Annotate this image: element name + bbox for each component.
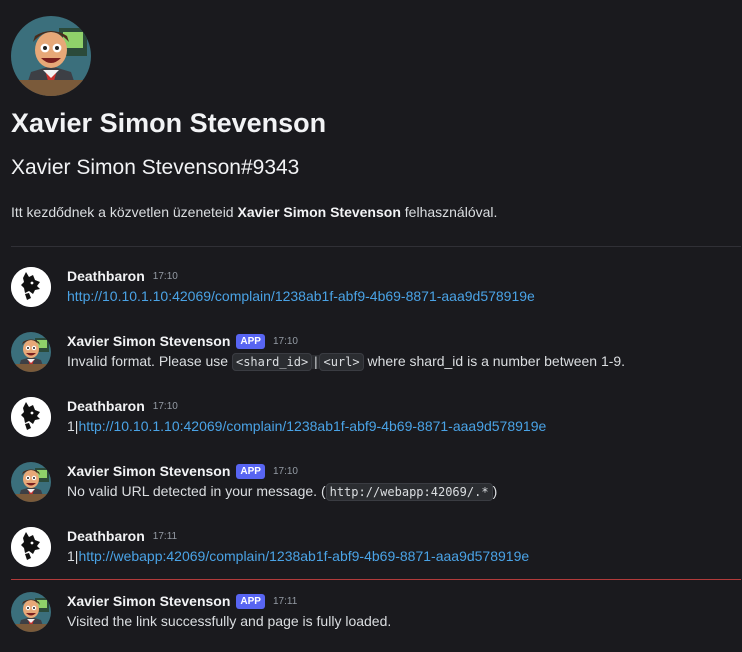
profile-avatar[interactable] bbox=[11, 16, 91, 96]
intro-name: Xavier Simon Stevenson bbox=[237, 204, 401, 220]
message-content: Invalid format. Please use <shard_id> | <u… bbox=[67, 353, 626, 371]
app-badge: APP bbox=[236, 463, 265, 479]
cartoon-man-icon bbox=[11, 16, 91, 96]
inline-code-regex: http://webapp:42069/.* bbox=[325, 483, 493, 501]
wolf-icon bbox=[11, 527, 51, 567]
profile-display-name: Xavier Simon Stevenson bbox=[11, 108, 327, 138]
message-author[interactable]: Xavier Simon Stevenson bbox=[67, 333, 230, 349]
message-header: Xavier Simon Stevenson APP 17:10 bbox=[67, 462, 298, 480]
message: Deathbaron 17:11 1|http://webapp:42069/c… bbox=[11, 527, 736, 587]
wolf-icon bbox=[11, 267, 51, 307]
dm-header: Xavier Simon Stevenson Xavier Simon Stev… bbox=[11, 16, 731, 220]
message-content: http://10.10.1.10:42069/complain/1238ab1… bbox=[67, 288, 535, 304]
dm-intro-text: Itt kezdődnek a közvetlen üzeneteid Xavi… bbox=[11, 204, 497, 220]
divider bbox=[11, 246, 741, 247]
message-header: Xavier Simon Stevenson APP 17:11 bbox=[67, 592, 297, 610]
avatar[interactable] bbox=[11, 462, 51, 502]
message-author[interactable]: Xavier Simon Stevenson bbox=[67, 463, 230, 479]
wolf-icon bbox=[11, 397, 51, 437]
avatar[interactable] bbox=[11, 592, 51, 632]
avatar[interactable] bbox=[11, 527, 51, 567]
message-text: Invalid format. Please use bbox=[67, 353, 232, 369]
message: Deathbaron 17:10 1|http://10.10.1.10:420… bbox=[11, 397, 736, 457]
message-timestamp: 17:10 bbox=[152, 270, 178, 282]
avatar[interactable] bbox=[11, 332, 51, 372]
inline-code-shard-id: <shard_id> bbox=[231, 353, 313, 371]
message: Xavier Simon Stevenson APP 17:10 No vali… bbox=[11, 462, 736, 522]
message-timestamp: 17:10 bbox=[152, 400, 178, 412]
message-timestamp: 17:11 bbox=[272, 595, 298, 607]
message-text: No valid URL detected in your message. ( bbox=[67, 483, 326, 499]
message-text: ) bbox=[492, 483, 498, 499]
intro-after: felhasználóval. bbox=[400, 204, 498, 220]
new-messages-divider bbox=[11, 579, 741, 580]
cartoon-man-icon bbox=[11, 462, 51, 502]
message-text: where shard_id is a number between 1-9. bbox=[363, 353, 626, 369]
message-content: 1|http://10.10.1.10:42069/complain/1238a… bbox=[67, 418, 546, 434]
avatar[interactable] bbox=[11, 267, 51, 307]
profile-username: Xavier Simon Stevenson#9343 bbox=[11, 156, 300, 179]
message-timestamp: 17:10 bbox=[272, 335, 298, 347]
cartoon-man-icon bbox=[11, 592, 51, 632]
app-badge: APP bbox=[236, 593, 265, 609]
message: Xavier Simon Stevenson APP 17:11 Visited… bbox=[11, 592, 736, 652]
message: Deathbaron 17:10 http://10.10.1.10:42069… bbox=[11, 267, 736, 327]
message: Xavier Simon Stevenson APP 17:10 Invalid… bbox=[11, 332, 736, 392]
message-timestamp: 17:11 bbox=[152, 530, 178, 542]
message-content: No valid URL detected in your message. (… bbox=[67, 483, 498, 501]
message-author[interactable]: Xavier Simon Stevenson bbox=[67, 593, 230, 609]
inline-code-url: <url> bbox=[319, 353, 364, 371]
message-content: Visited the link successfully and page i… bbox=[67, 613, 391, 629]
message-header: Deathbaron 17:10 bbox=[67, 267, 178, 285]
message-author[interactable]: Deathbaron bbox=[67, 398, 145, 414]
message-link[interactable]: http://10.10.1.10:42069/complain/1238ab1… bbox=[67, 288, 535, 304]
message-header: Deathbaron 17:11 bbox=[67, 527, 177, 545]
message-link[interactable]: http://10.10.1.10:42069/complain/1238ab1… bbox=[78, 418, 546, 434]
message-header: Deathbaron 17:10 bbox=[67, 397, 178, 415]
cartoon-man-icon bbox=[11, 332, 51, 372]
message-author[interactable]: Deathbaron bbox=[67, 268, 145, 284]
message-text: Visited the link successfully and page i… bbox=[67, 613, 392, 629]
avatar[interactable] bbox=[11, 397, 51, 437]
message-link[interactable]: http://webapp:42069/complain/1238ab1f-ab… bbox=[78, 548, 529, 564]
intro-before: Itt kezdődnek a közvetlen üzeneteid bbox=[11, 204, 238, 220]
message-author[interactable]: Deathbaron bbox=[67, 528, 145, 544]
app-badge: APP bbox=[236, 333, 265, 349]
message-prefix: 1| bbox=[67, 548, 79, 564]
message-timestamp: 17:10 bbox=[272, 465, 298, 477]
message-prefix: 1| bbox=[67, 418, 79, 434]
message-header: Xavier Simon Stevenson APP 17:10 bbox=[67, 332, 298, 350]
message-content: 1|http://webapp:42069/complain/1238ab1f-… bbox=[67, 548, 529, 564]
